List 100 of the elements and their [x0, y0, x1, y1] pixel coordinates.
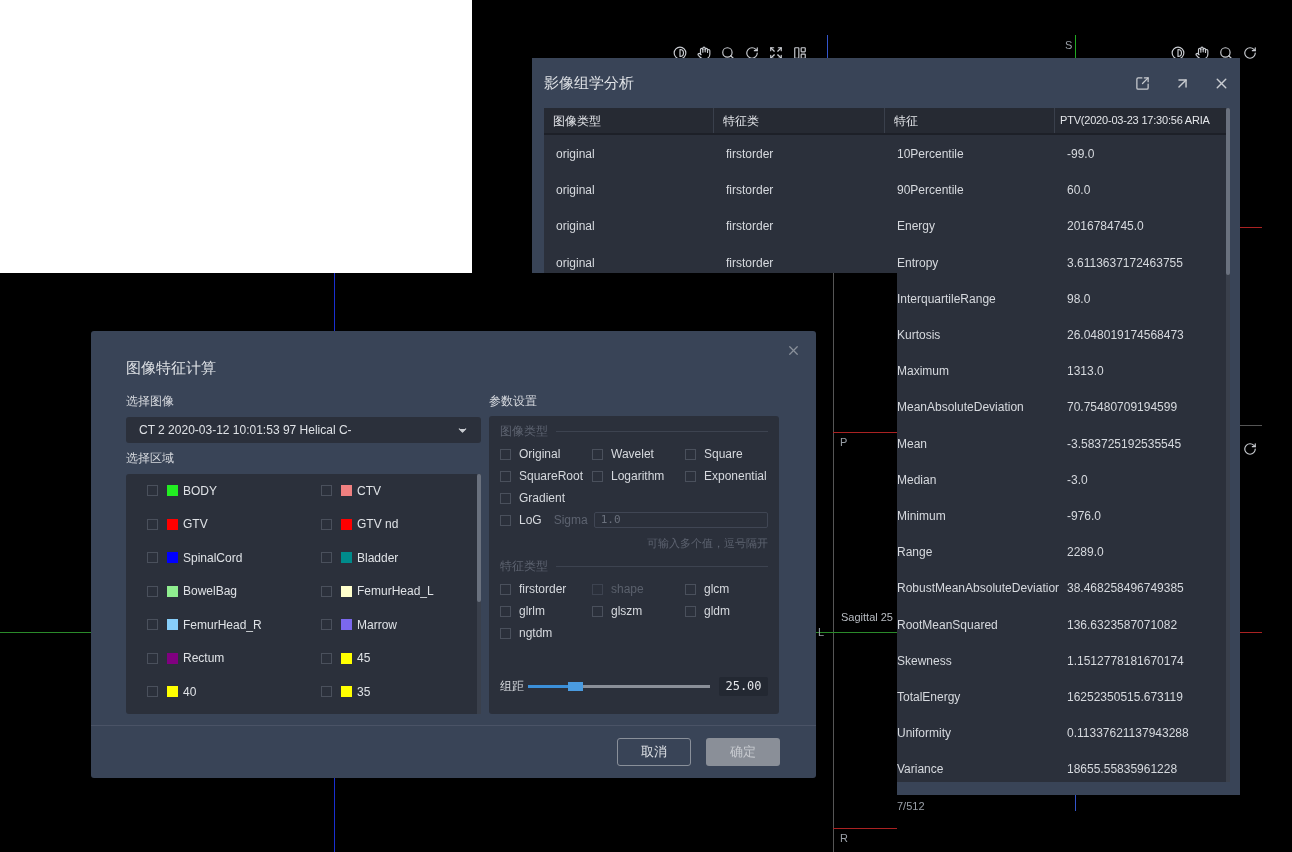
- contrast-icon[interactable]: [673, 46, 687, 60]
- table-cell: Energy: [897, 219, 936, 234]
- checkbox[interactable]: [147, 518, 158, 530]
- region-label[interactable]: 35: [357, 682, 371, 701]
- option-label[interactable]: SquareRoot: [519, 467, 584, 485]
- region-label[interactable]: 40: [183, 682, 197, 701]
- region-label[interactable]: BowelBag: [183, 582, 238, 601]
- table-cell: MeanAbsoluteDeviation: [897, 400, 1024, 415]
- checkbox[interactable]: [321, 652, 332, 664]
- table-cell: 1.1512778181670174: [1067, 653, 1184, 668]
- checkbox[interactable]: [500, 583, 511, 595]
- region-label[interactable]: GTV nd: [357, 515, 399, 534]
- table-cell: TotalEnergy: [897, 689, 961, 704]
- region-label[interactable]: CTV: [357, 481, 381, 500]
- field-label: 选择图像: [126, 393, 175, 410]
- region-label[interactable]: Marrow: [357, 615, 397, 634]
- option-label[interactable]: Square: [704, 445, 743, 463]
- table-cell: 60.0: [1067, 183, 1091, 198]
- rotate-icon[interactable]: [745, 46, 759, 60]
- column-header: 特征类: [714, 108, 885, 133]
- table-cell: Entropy: [897, 255, 939, 270]
- table-cell: 3.6113637172463755: [1067, 255, 1183, 270]
- checkbox[interactable]: [592, 470, 603, 482]
- checkbox[interactable]: [321, 686, 332, 698]
- checkbox[interactable]: [147, 686, 158, 698]
- region-label[interactable]: Bladder: [357, 548, 399, 567]
- table-cell: 90Percentile: [897, 183, 964, 198]
- option-label[interactable]: glszm: [611, 602, 643, 620]
- checkbox[interactable]: [147, 652, 158, 664]
- bin-size-input[interactable]: 25.00: [719, 676, 768, 696]
- table-cell: 2016784745.0: [1067, 219, 1144, 234]
- dialog-title: 图像特征计算: [126, 357, 216, 378]
- checkbox[interactable]: [500, 605, 511, 617]
- column-header: 特征: [885, 108, 1055, 133]
- slider-thumb[interactable]: [568, 681, 584, 691]
- export-icon[interactable]: [1135, 75, 1150, 91]
- checkbox[interactable]: [685, 448, 696, 460]
- dialog-button[interactable]: 取消: [617, 738, 691, 766]
- option-label[interactable]: glcm: [704, 580, 730, 598]
- option-label[interactable]: Gradient: [519, 489, 566, 507]
- table-cell: Median: [897, 472, 937, 487]
- option-label[interactable]: Original: [519, 445, 561, 463]
- checkbox[interactable]: [147, 619, 158, 631]
- checkbox[interactable]: [147, 552, 158, 564]
- table-cell: 98.0: [1067, 291, 1091, 306]
- region-label[interactable]: FemurHead_L: [357, 582, 434, 601]
- slider-track[interactable]: [528, 684, 710, 688]
- table-cell: RootMeanSquared: [897, 617, 998, 632]
- rotate-icon[interactable]: [1243, 442, 1257, 456]
- table-cell: original: [556, 183, 595, 198]
- scrollbar[interactable]: [477, 474, 481, 714]
- checkbox[interactable]: [500, 470, 511, 482]
- viewer-label: L: [818, 625, 825, 640]
- checkbox[interactable]: [592, 448, 603, 460]
- checkbox[interactable]: [500, 492, 511, 504]
- checkbox[interactable]: [592, 605, 603, 617]
- option-label[interactable]: gldm: [704, 602, 730, 620]
- region-label[interactable]: FemurHead_R: [183, 615, 262, 634]
- checkbox[interactable]: [500, 448, 511, 460]
- contrast-icon[interactable]: [1171, 46, 1185, 60]
- table-cell: Mean: [897, 436, 928, 451]
- table-cell: Minimum: [897, 508, 946, 523]
- option-label[interactable]: Wavelet: [611, 445, 654, 463]
- option-label[interactable]: glrlm: [519, 602, 545, 620]
- option-label[interactable]: Exponential: [704, 467, 767, 485]
- table-cell: -976.0: [1067, 508, 1102, 523]
- search-icon[interactable]: [721, 46, 735, 60]
- table-cell: original: [556, 255, 595, 270]
- table-cell: 26.048019174568473: [1067, 328, 1184, 343]
- viewer-label: R: [840, 831, 848, 846]
- image-select[interactable]: CT 2 2020-03-12 10:01:53 97 Helical C-: [126, 417, 481, 443]
- table-cell: Variance: [897, 762, 944, 777]
- checkbox[interactable]: [685, 583, 696, 595]
- region-label[interactable]: Rectum: [183, 649, 225, 668]
- checkbox[interactable]: [321, 585, 332, 597]
- viewer-label: S: [1065, 38, 1073, 53]
- checkbox[interactable]: [500, 627, 511, 639]
- option-label[interactable]: LoG: [519, 511, 542, 529]
- checkbox[interactable]: [685, 605, 696, 617]
- checkbox[interactable]: [321, 552, 332, 564]
- search-icon[interactable]: [1219, 46, 1233, 60]
- checkbox[interactable]: [685, 470, 696, 482]
- rotate-icon[interactable]: [1243, 46, 1257, 60]
- table-cell: firstorder: [726, 183, 774, 198]
- option-label[interactable]: Logarithm: [611, 467, 665, 485]
- dialog-title: 影像组学分析: [544, 72, 635, 93]
- checkbox[interactable]: [147, 485, 158, 497]
- checkbox[interactable]: [500, 514, 511, 526]
- table-cell: firstorder: [726, 255, 774, 270]
- region-label[interactable]: BODY: [183, 481, 217, 500]
- option-label[interactable]: ngtdm: [519, 624, 553, 642]
- checkbox[interactable]: [321, 518, 332, 530]
- checkbox[interactable]: [321, 485, 332, 497]
- region-label[interactable]: SpinalCord: [183, 548, 243, 567]
- region-label[interactable]: 45: [357, 649, 371, 668]
- checkbox[interactable]: [321, 619, 332, 631]
- option-label[interactable]: firstorder: [519, 580, 567, 598]
- checkbox[interactable]: [147, 585, 158, 597]
- table-cell: Uniformity: [897, 726, 951, 741]
- region-label[interactable]: GTV: [183, 515, 208, 534]
